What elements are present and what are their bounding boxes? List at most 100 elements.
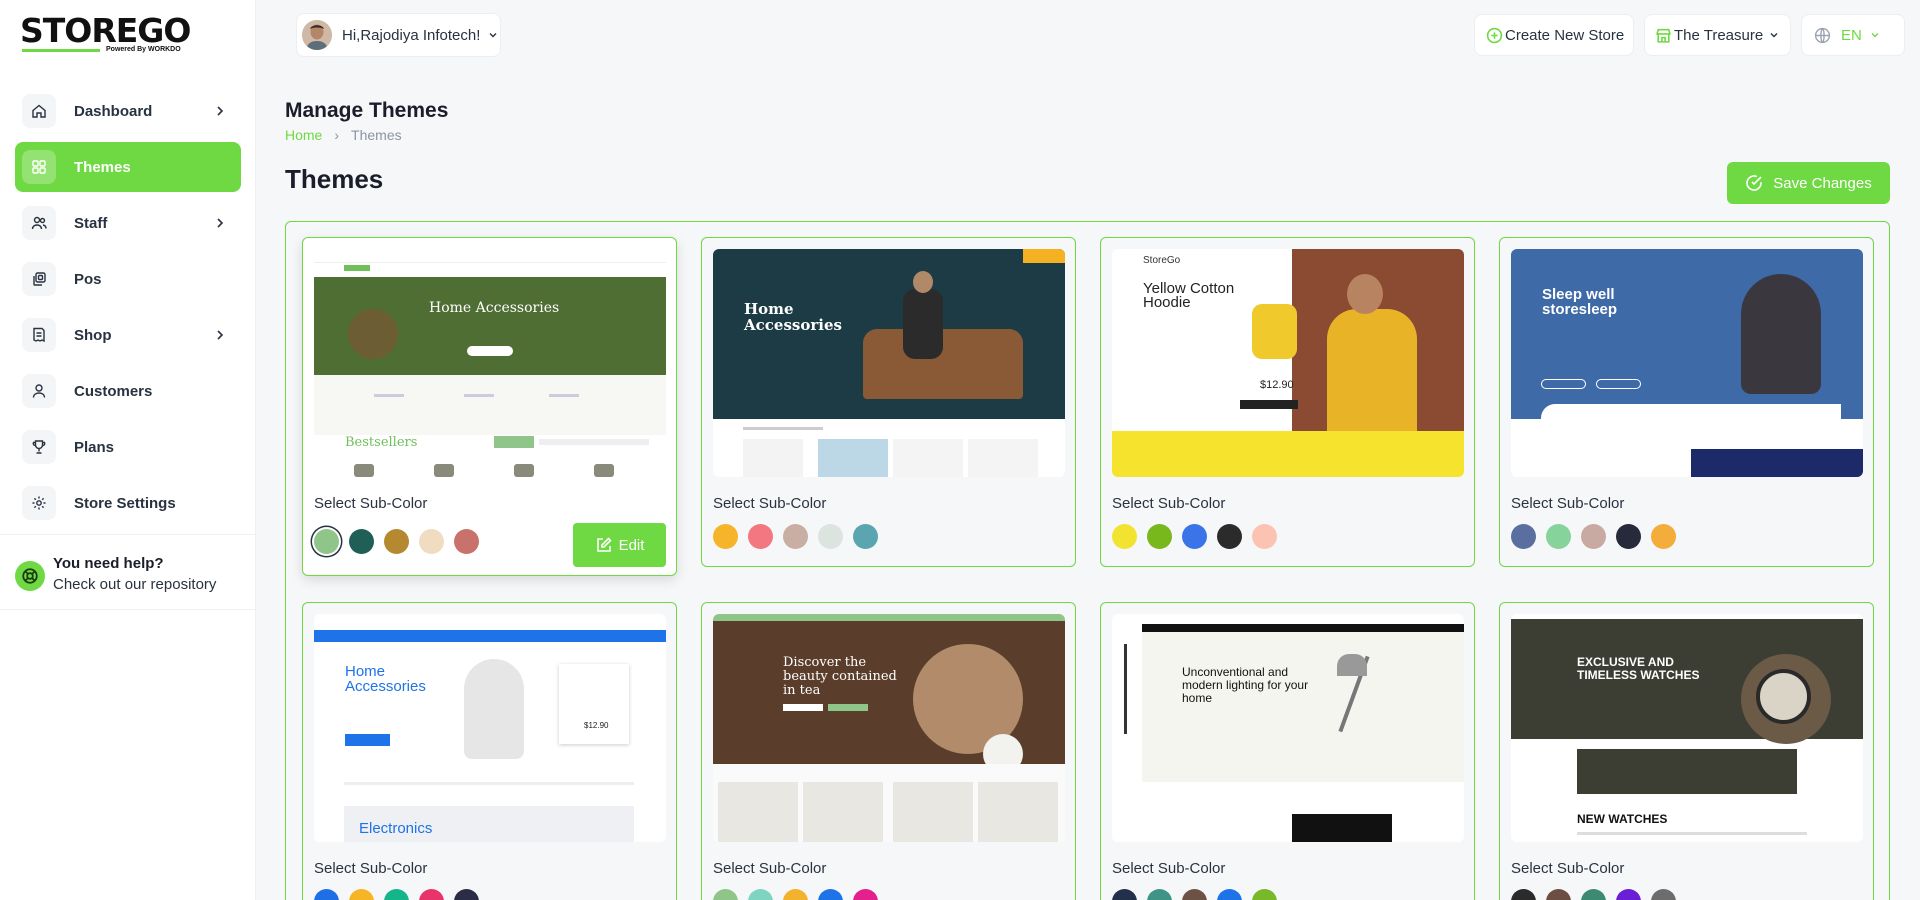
sidebar-item-plans[interactable]: Plans	[15, 422, 241, 472]
color-swatch[interactable]	[1112, 524, 1137, 549]
color-swatch[interactable]	[853, 524, 878, 549]
color-swatch[interactable]	[1581, 524, 1606, 549]
chevron-down-icon	[1770, 33, 1778, 38]
language-dropdown[interactable]: EN	[1801, 14, 1905, 56]
color-swatch[interactable]	[783, 889, 808, 900]
theme-preview-7[interactable]: Unconventional and modern lighting for y…	[1112, 614, 1464, 842]
color-swatch[interactable]	[818, 889, 843, 900]
color-swatch[interactable]	[1252, 524, 1277, 549]
trophy-icon	[22, 430, 56, 464]
sidebar-item-dashboard[interactable]: Dashboard	[15, 86, 241, 136]
sidebar-item-label: Staff	[74, 214, 108, 232]
chevron-down-icon	[489, 33, 497, 38]
theme-card-5[interactable]: Home Accessories $12.90 Electronics Sele…	[302, 602, 677, 900]
theme-preview-4[interactable]: Sleep well storesleep	[1511, 249, 1863, 477]
store-switcher-button[interactable]: The Treasure	[1644, 14, 1791, 56]
color-swatch[interactable]	[1217, 524, 1242, 549]
sidebar-item-shop[interactable]: Shop	[15, 310, 241, 360]
theme-card-3[interactable]: StoreGo Yellow Cotton Hoodie $12.90 Sele…	[1100, 237, 1475, 567]
theme-preview-6[interactable]: Discover the beauty contained in tea	[713, 614, 1065, 842]
preview-subtitle: Electronics	[359, 820, 433, 837]
color-swatch[interactable]	[713, 524, 738, 549]
color-swatch[interactable]	[419, 529, 444, 554]
select-sub-color-label: Select Sub-Color	[314, 860, 428, 877]
theme-card-1[interactable]: Home Accessories Bestsellers Select Sub-…	[302, 237, 677, 576]
theme-card-7[interactable]: Unconventional and modern lighting for y…	[1100, 602, 1475, 900]
sidebar-item-label: Pos	[74, 270, 102, 288]
color-swatch[interactable]	[1217, 889, 1242, 900]
help-box[interactable]: You need help? Check out our repository	[0, 534, 255, 610]
sidebar-item-store-settings[interactable]: Store Settings	[15, 478, 241, 528]
settings-icon	[22, 486, 56, 520]
select-sub-color-label: Select Sub-Color	[1112, 495, 1226, 512]
preview-title: Unconventional and modern lighting for y…	[1182, 665, 1309, 705]
color-swatch[interactable]	[1616, 524, 1641, 549]
color-swatch[interactable]	[1252, 889, 1277, 900]
themes-grid: Home Accessories Bestsellers Select Sub-…	[285, 221, 1890, 900]
color-swatch[interactable]	[1182, 524, 1207, 549]
color-swatch[interactable]	[818, 524, 843, 549]
store-name: The Treasure	[1674, 26, 1764, 44]
color-swatch[interactable]	[384, 889, 409, 900]
user-menu-button[interactable]: Hi,Rajodiya Infotech!	[296, 13, 501, 57]
select-sub-color-label: Select Sub-Color	[1112, 860, 1226, 877]
breadcrumb-home-link[interactable]: Home	[285, 127, 322, 143]
sidebar-item-label: Shop	[74, 326, 112, 344]
color-swatch[interactable]	[419, 889, 444, 900]
select-sub-color-label: Select Sub-Color	[713, 860, 827, 877]
color-swatch[interactable]	[1546, 889, 1571, 900]
color-swatch[interactable]	[783, 524, 808, 549]
color-swatch[interactable]	[1546, 524, 1571, 549]
color-swatch[interactable]	[1651, 524, 1676, 549]
theme-card-2[interactable]: Home Accessories Select Sub-Color	[701, 237, 1076, 567]
theme-card-6[interactable]: Discover the beauty contained in tea Sel…	[701, 602, 1076, 900]
preview-title: Home Accessories	[744, 300, 842, 334]
theme-preview-3[interactable]: StoreGo Yellow Cotton Hoodie $12.90	[1112, 249, 1464, 477]
receipt-icon	[22, 318, 56, 352]
color-swatch[interactable]	[1511, 524, 1536, 549]
color-swatch[interactable]	[1182, 889, 1207, 900]
color-swatch[interactable]	[1616, 889, 1641, 900]
breadcrumb-current: Themes	[351, 127, 402, 143]
color-swatch[interactable]	[1147, 889, 1172, 900]
color-swatch[interactable]	[713, 889, 738, 900]
color-swatch[interactable]	[349, 889, 374, 900]
color-swatch[interactable]	[853, 889, 878, 900]
help-repository-link[interactable]: Check out our repository	[53, 576, 216, 593]
color-swatch[interactable]	[384, 529, 409, 554]
swatch-list	[1112, 524, 1287, 549]
preview-title: Sleep well storesleep	[1542, 286, 1618, 318]
save-changes-button[interactable]: Save Changes	[1727, 162, 1890, 204]
select-sub-color-label: Select Sub-Color	[1511, 495, 1625, 512]
theme-card-4[interactable]: Sleep well storesleep Select Sub-Color	[1499, 237, 1874, 567]
color-swatch[interactable]	[349, 529, 374, 554]
sidebar-item-customers[interactable]: Customers	[15, 366, 241, 416]
color-swatch[interactable]	[748, 524, 773, 549]
color-swatch[interactable]	[1147, 524, 1172, 549]
storego-logo[interactable]: STOREGO Powered By WORKDO	[20, 14, 200, 54]
theme-preview-8[interactable]: EXCLUSIVE AND TIMELESS WATCHES NEW WATCH…	[1511, 614, 1863, 842]
swatch-list	[1112, 889, 1287, 900]
color-swatch[interactable]	[748, 889, 773, 900]
color-swatch[interactable]	[1112, 889, 1137, 900]
sidebar-item-pos[interactable]: Pos	[15, 254, 241, 304]
create-new-store-button[interactable]: Create New Store	[1474, 14, 1634, 56]
color-swatch[interactable]	[314, 529, 339, 554]
edit-theme-button[interactable]: Edit	[573, 523, 666, 567]
swatch-list	[713, 524, 888, 549]
color-swatch[interactable]	[454, 529, 479, 554]
sidebar-item-staff[interactable]: Staff	[15, 198, 241, 248]
theme-preview-5[interactable]: Home Accessories $12.90 Electronics	[314, 614, 666, 842]
section-title: Themes	[285, 164, 384, 194]
language-code: EN	[1841, 26, 1862, 44]
sidebar-item-themes[interactable]: Themes	[15, 142, 241, 192]
theme-preview-1[interactable]: Home Accessories Bestsellers	[314, 249, 666, 477]
theme-card-8[interactable]: EXCLUSIVE AND TIMELESS WATCHES NEW WATCH…	[1499, 602, 1874, 900]
theme-preview-2[interactable]: Home Accessories	[713, 249, 1065, 477]
color-swatch[interactable]	[454, 889, 479, 900]
preview-subtitle: Bestsellers	[345, 435, 418, 450]
color-swatch[interactable]	[1581, 889, 1606, 900]
color-swatch[interactable]	[1511, 889, 1536, 900]
color-swatch[interactable]	[314, 889, 339, 900]
color-swatch[interactable]	[1651, 889, 1676, 900]
